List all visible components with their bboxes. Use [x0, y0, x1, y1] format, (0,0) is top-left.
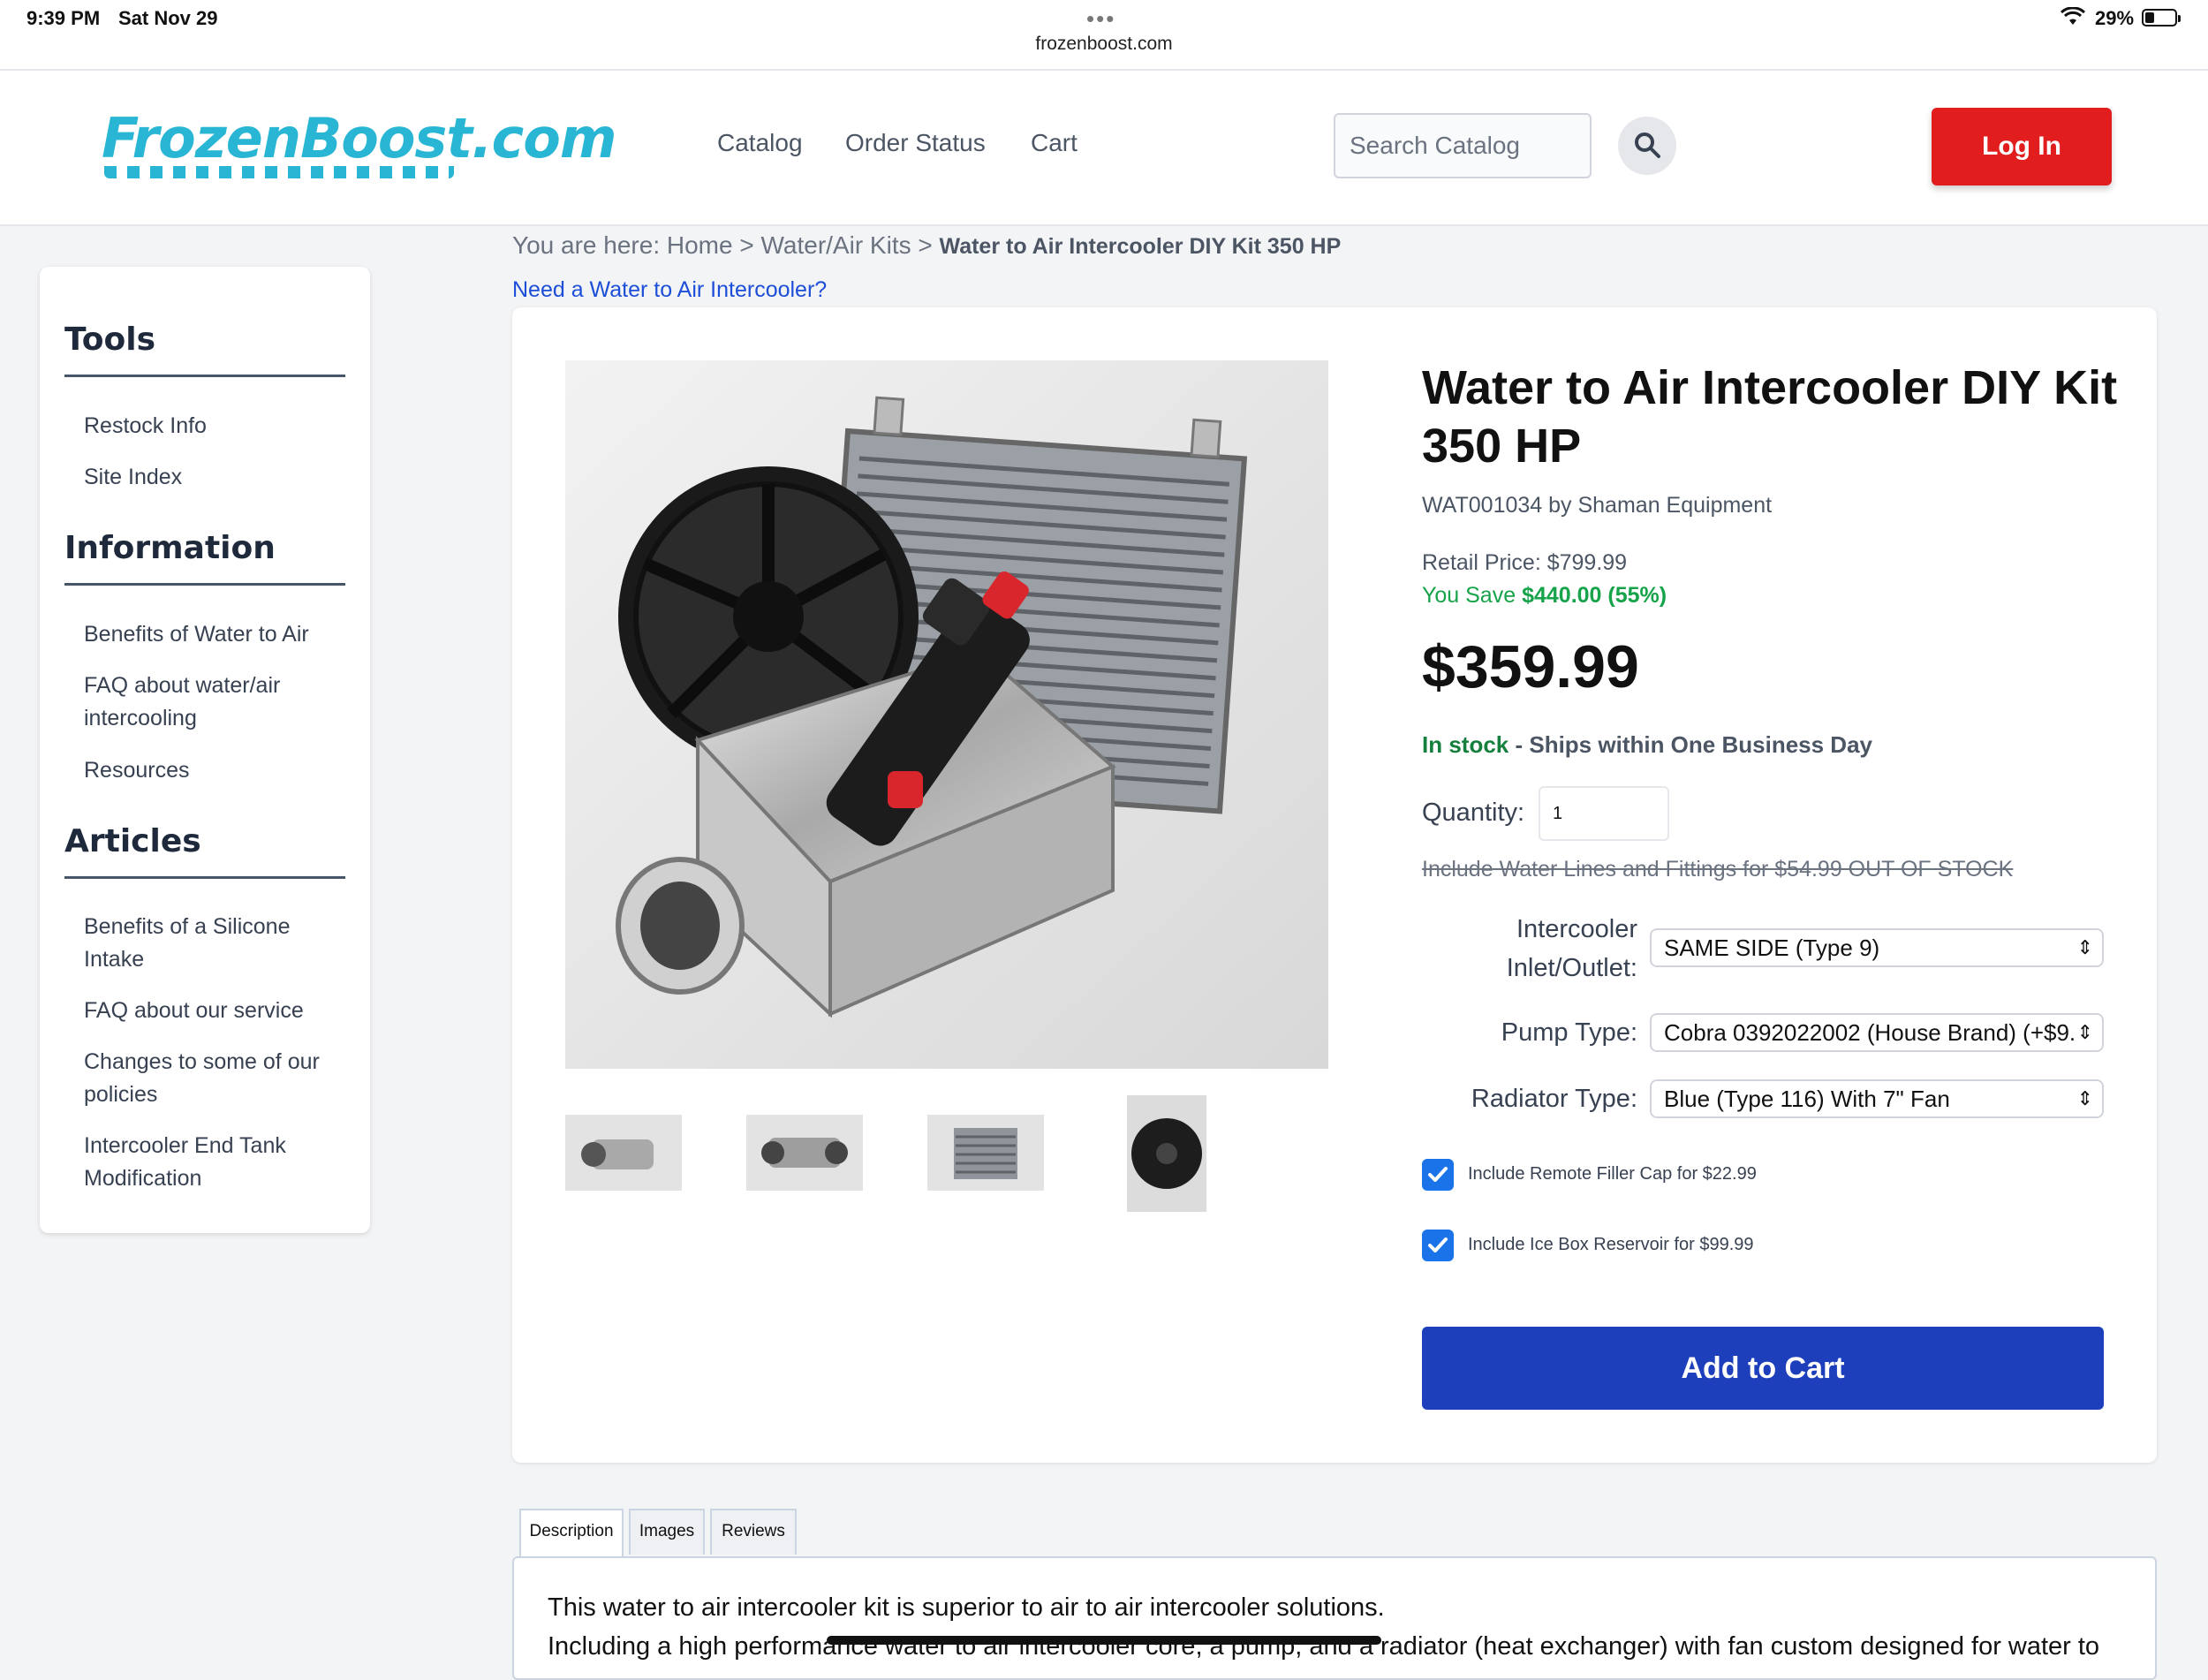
- savings: You Save $440.00 (55%): [1422, 583, 1667, 609]
- login-button[interactable]: Log In: [1932, 108, 2112, 185]
- select-arrows-icon: ⇕: [2076, 1021, 2093, 1043]
- reservoir-checkbox[interactable]: [1422, 1230, 1454, 1261]
- nav-cart[interactable]: Cart: [1031, 129, 1078, 157]
- product-thumbnail[interactable]: [927, 1115, 1044, 1191]
- select-value: Blue (Type 116) With 7" Fan: [1664, 1086, 1950, 1112]
- filler-cap-label[interactable]: Include Remote Filler Cap for $22.99: [1468, 1164, 1757, 1184]
- savings-prefix: You Save: [1422, 583, 1516, 608]
- sidebar-link-end-tank[interactable]: Intercooler End Tank Modification: [84, 1130, 340, 1195]
- sidebar-heading-articles: Articles: [64, 823, 201, 859]
- checkmark-icon: [1428, 1167, 1448, 1182]
- sidebar-link-restock-info[interactable]: Restock Info: [84, 410, 340, 443]
- divider: [64, 375, 345, 377]
- site-logo[interactable]: FrozenBoost.com: [102, 106, 616, 170]
- product-price: $359.99: [1422, 633, 1639, 700]
- reservoir-label[interactable]: Include Ice Box Reservoir for $99.99: [1468, 1235, 1754, 1255]
- breadcrumb-separator: >: [739, 231, 754, 259]
- breadcrumb-prefix: You are here:: [512, 231, 661, 259]
- select-value: SAME SIDE (Type 9): [1664, 935, 1880, 961]
- sidebar-heading-information: Information: [64, 530, 276, 566]
- tab-images[interactable]: Images: [629, 1509, 705, 1555]
- product-thumbnail[interactable]: [565, 1115, 682, 1191]
- nav-catalog[interactable]: Catalog: [717, 129, 803, 157]
- sidebar-link-benefits-water-to-air[interactable]: Benefits of Water to Air: [84, 618, 340, 651]
- sidebar: Tools Restock Info Site Index Informatio…: [40, 267, 370, 1233]
- wifi-icon: [2060, 6, 2086, 32]
- quantity-input[interactable]: [1539, 786, 1669, 841]
- option-label-radiator-type: Radiator Type:: [1471, 1085, 1637, 1113]
- breadcrumb-current: Water to Air Intercooler DIY Kit 350 HP: [939, 234, 1342, 259]
- breadcrumb: You are here: Home > Water/Air Kits > Wa…: [512, 231, 1341, 260]
- status-date: Sat Nov 29: [118, 7, 218, 29]
- site-header: FrozenBoost.com Catalog Order Status Car…: [0, 71, 2208, 226]
- select-pump-type[interactable]: Cobra 0392022002 (House Brand) (+$9. ⇕: [1650, 1013, 2104, 1052]
- filler-cap-checkbox[interactable]: [1422, 1159, 1454, 1191]
- option-label-pump-type: Pump Type:: [1501, 1018, 1637, 1047]
- checkmark-icon: [1428, 1237, 1448, 1252]
- sidebar-link-silicone-intake[interactable]: Benefits of a Silicone Intake: [84, 911, 340, 976]
- select-arrows-icon: ⇕: [2076, 1087, 2093, 1109]
- ship-detail: - Ships within One Business Day: [1509, 731, 1872, 758]
- tab-reviews[interactable]: Reviews: [710, 1509, 797, 1555]
- logo-ice-drip: [104, 166, 454, 178]
- select-inlet-outlet[interactable]: SAME SIDE (Type 9) ⇕: [1650, 928, 2104, 967]
- ios-status-bar: 9:39 PM Sat Nov 29 ••• frozenboost.com 2…: [0, 0, 2208, 71]
- status-time: 9:39 PM: [26, 7, 101, 29]
- select-radiator-type[interactable]: Blue (Type 116) With 7" Fan ⇕: [1650, 1079, 2104, 1118]
- divider: [64, 583, 345, 586]
- sidebar-heading-tools: Tools: [64, 322, 156, 358]
- breadcrumb-water-air-kits[interactable]: Water/Air Kits: [761, 231, 911, 259]
- quantity-label: Quantity:: [1422, 798, 1525, 827]
- divider: [64, 876, 345, 879]
- sidebar-link-resources[interactable]: Resources: [84, 754, 340, 787]
- more-dots-icon[interactable]: •••: [1086, 5, 1115, 33]
- water-lines-option-unavailable: Include Water Lines and Fittings for $54…: [1422, 857, 2014, 882]
- savings-amount: $440.00 (55%): [1522, 583, 1667, 608]
- search-input[interactable]: [1334, 113, 1592, 178]
- product-title: Water to Air Intercooler DIY Kit 350 HP: [1422, 361, 2118, 473]
- option-label-inlet-outlet: Intercooler Inlet/Outlet:: [1506, 915, 1637, 982]
- select-value: Cobra 0392022002 (House Brand) (+$9.: [1664, 1019, 2076, 1046]
- select-arrows-icon: ⇕: [2076, 936, 2093, 958]
- retail-price: Retail Price: $799.99: [1422, 550, 1628, 575]
- breadcrumb-home[interactable]: Home: [667, 231, 733, 259]
- description-paragraph: This water to air intercooler kit is sup…: [548, 1593, 1385, 1622]
- home-indicator[interactable]: [827, 1636, 1381, 1645]
- battery-icon: [2142, 9, 2181, 26]
- nav-order-status[interactable]: Order Status: [845, 129, 986, 157]
- sidebar-link-policies[interactable]: Changes to some of our policies: [84, 1046, 340, 1111]
- search-button[interactable]: [1618, 117, 1676, 175]
- need-intercooler-link[interactable]: Need a Water to Air Intercooler?: [512, 277, 827, 303]
- tab-description[interactable]: Description: [519, 1509, 624, 1558]
- breadcrumb-separator: >: [918, 231, 933, 259]
- product-main-image[interactable]: [565, 360, 1328, 1069]
- stock-status: In stock - Ships within One Business Day: [1422, 731, 1872, 759]
- sidebar-link-faq-water-air[interactable]: FAQ about water/air intercooling: [84, 670, 340, 735]
- product-thumbnail[interactable]: [1127, 1095, 1206, 1212]
- sidebar-link-faq-service[interactable]: FAQ about our service: [84, 995, 340, 1027]
- product-thumbnail[interactable]: [746, 1115, 863, 1191]
- in-stock-label: In stock: [1422, 731, 1509, 758]
- sidebar-link-site-index[interactable]: Site Index: [84, 461, 340, 494]
- address-url[interactable]: frozenboost.com: [972, 34, 1236, 55]
- battery-percent: 29%: [2095, 7, 2135, 29]
- search-icon: [1635, 132, 1660, 158]
- product-sku: WAT001034 by Shaman Equipment: [1422, 493, 1773, 518]
- add-to-cart-button[interactable]: Add to Cart: [1422, 1327, 2104, 1410]
